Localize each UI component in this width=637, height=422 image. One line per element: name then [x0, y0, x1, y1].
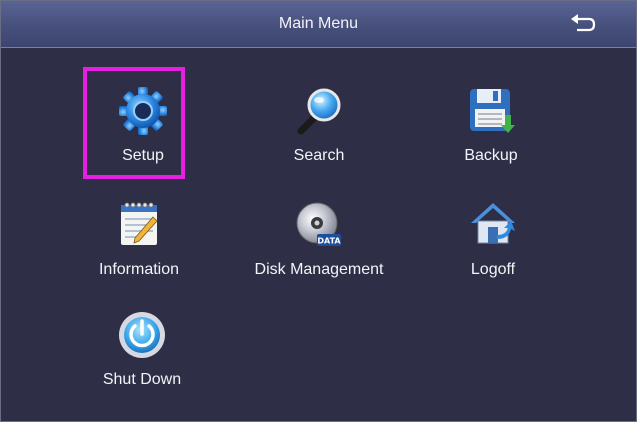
menu-item-search[interactable]: Search — [229, 85, 409, 185]
menu-item-label: Disk Management — [254, 261, 384, 278]
menu-item-disk-management[interactable]: DATA Disk Management — [229, 199, 409, 299]
menu-item-label: Search — [293, 147, 345, 164]
return-arrow-icon — [571, 14, 596, 32]
menu-item-label: Information — [98, 261, 180, 278]
menu-item-setup[interactable]: Setup — [53, 85, 233, 185]
gear-icon — [119, 87, 167, 135]
main-menu-window: Main Menu Setup Search Backup Informatio… — [0, 0, 637, 422]
power-icon — [119, 312, 165, 358]
menu-item-label: Backup — [464, 147, 518, 164]
notepad-icon — [121, 202, 158, 245]
magnifier-icon — [297, 88, 341, 135]
back-button[interactable] — [567, 12, 601, 38]
data-disc-icon: DATA — [296, 202, 341, 246]
window-title: Main Menu — [278, 15, 359, 32]
menu-item-logoff[interactable]: Logoff — [403, 199, 583, 299]
menu-item-information[interactable]: Information — [49, 199, 229, 299]
menu-item-label: Logoff — [470, 261, 516, 278]
menu-item-label: Setup — [122, 147, 164, 164]
svg-text:DATA: DATA — [317, 237, 341, 246]
floppy-disk-icon — [470, 89, 515, 133]
menu-item-label: Shut Down — [102, 371, 182, 388]
title-bar: Main Menu — [1, 1, 636, 48]
menu-item-shut-down[interactable]: Shut Down — [52, 309, 232, 409]
house-icon — [471, 203, 515, 244]
menu-item-backup[interactable]: Backup — [401, 85, 581, 185]
